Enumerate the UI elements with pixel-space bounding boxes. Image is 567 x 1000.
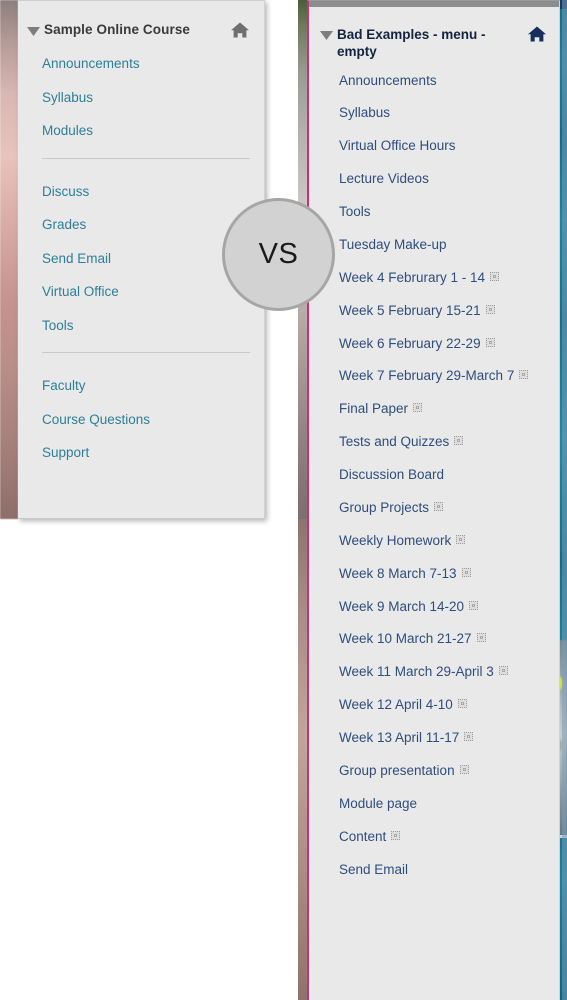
right-menu-item-label: Send Email <box>339 861 409 877</box>
broken-image-placeholder-icon <box>490 271 500 281</box>
right-menu-item-label: Content <box>339 828 387 844</box>
right-menu-item-label: Week 9 March 14-20 <box>339 598 465 614</box>
caret-down-icon[interactable] <box>26 21 44 37</box>
broken-image-placeholder-icon <box>476 633 486 643</box>
right-menu-item[interactable]: Tuesday Make-up <box>309 229 559 262</box>
bad-example-course-menu: Bad Examples - menu - empty Announcement… <box>307 0 560 1000</box>
vs-badge: VS <box>222 198 335 311</box>
right-menu-item-label: Virtual Office Hours <box>339 138 456 154</box>
right-menu-item-label: Group presentation <box>339 762 455 778</box>
left-menu-group-3: Faculty Course Questions Support <box>18 365 264 470</box>
right-menu-item[interactable]: Week 5 February 15-21 <box>309 295 559 328</box>
right-menu-item[interactable]: Announcements <box>309 65 559 98</box>
right-menu-item-label: Final Paper <box>339 401 409 417</box>
left-menu-divider-1 <box>42 157 250 159</box>
right-menu-item[interactable]: Final Paper <box>309 393 559 426</box>
left-menu-item[interactable]: Syllabus <box>18 81 264 115</box>
broken-image-placeholder-icon <box>454 436 464 446</box>
right-menu-item-label: Week 4 Februrary 1 - 14 <box>339 269 486 285</box>
right-menu-header: Bad Examples - menu - empty <box>309 1 559 65</box>
broken-image-placeholder-icon <box>498 666 508 676</box>
right-menu-top-bar <box>309 1 559 7</box>
right-menu-item-label: Week 10 March 21-27 <box>339 631 472 647</box>
right-menu-item[interactable]: Week 7 February 29-March 7 <box>309 360 559 393</box>
broken-image-placeholder-icon <box>485 304 495 314</box>
right-menu-item[interactable]: Week 8 March 7-13 <box>309 558 559 591</box>
background-right-edge <box>562 0 567 1000</box>
right-menu-item-label: Group Projects <box>339 499 430 515</box>
right-menu-item[interactable]: Group Projects <box>309 492 559 525</box>
left-menu-item[interactable]: Tools <box>18 309 264 343</box>
left-menu-item[interactable]: Faculty <box>18 369 264 403</box>
left-menu-item[interactable]: Course Questions <box>18 403 264 437</box>
home-icon[interactable] <box>230 21 250 39</box>
background-photo-left-strip <box>0 0 18 519</box>
right-menu-item-label: Lecture Videos <box>339 171 429 187</box>
right-menu-title: Bad Examples - menu - empty <box>337 27 486 60</box>
right-menu-item-label: Week 12 April 4-10 <box>339 697 453 713</box>
left-menu-item[interactable]: Support <box>18 436 264 470</box>
right-menu-item[interactable]: Week 12 April 4-10 <box>309 689 559 722</box>
right-menu-item-label: Week 8 March 7-13 <box>339 565 457 581</box>
right-menu-item-label: Week 11 March 29-April 3 <box>339 664 494 680</box>
right-menu-item-label: Module page <box>339 795 418 811</box>
right-menu-item-label: Tools <box>339 204 371 220</box>
left-menu-item[interactable]: Virtual Office <box>18 275 264 309</box>
right-menu-item-label: Week 7 February 29-March 7 <box>339 368 515 384</box>
caret-down-icon[interactable] <box>319 25 337 41</box>
right-menu-item-label: Announcements <box>339 72 437 88</box>
left-menu-group-1: Announcements Syllabus Modules <box>18 43 264 148</box>
right-menu-list: Announcements Syllabus Virtual Office Hour… <box>309 65 559 887</box>
right-menu-item[interactable]: Week 10 March 21-27 <box>309 623 559 656</box>
left-menu-item[interactable]: Modules <box>18 114 264 148</box>
broken-image-placeholder-icon <box>413 403 423 413</box>
right-menu-item[interactable]: Week 11 March 29-April 3 <box>309 656 559 689</box>
right-menu-item-label: Discussion Board <box>339 467 445 483</box>
right-menu-item[interactable]: Virtual Office Hours <box>309 130 559 163</box>
right-menu-item[interactable]: Week 4 Februrary 1 - 14 <box>309 262 559 295</box>
left-menu-item[interactable]: Announcements <box>18 47 264 81</box>
broken-image-placeholder-icon <box>464 732 474 742</box>
background-photo-middle-strip-lower <box>298 519 307 1000</box>
broken-image-placeholder-icon <box>459 764 469 774</box>
right-menu-item[interactable]: Week 6 February 22-29 <box>309 328 559 361</box>
right-menu-item[interactable]: Weekly Homework <box>309 525 559 558</box>
right-menu-item-label: Tuesday Make-up <box>339 236 447 252</box>
right-menu-item[interactable]: Module page <box>309 788 559 821</box>
right-menu-item[interactable]: Syllabus <box>309 97 559 130</box>
left-menu-title: Sample Online Course <box>44 22 191 37</box>
broken-image-placeholder-icon <box>519 370 529 380</box>
broken-image-placeholder-icon <box>434 501 444 511</box>
right-menu-item-label: Week 13 April 11-17 <box>339 730 460 746</box>
left-menu-item[interactable]: Discuss <box>18 175 264 209</box>
right-menu-item[interactable]: Week 9 March 14-20 <box>309 591 559 624</box>
broken-image-placeholder-icon <box>456 534 466 544</box>
right-menu-item-label: Week 5 February 15-21 <box>339 302 481 318</box>
right-menu-item[interactable]: Send Email <box>309 854 559 887</box>
broken-image-placeholder-icon <box>485 337 495 347</box>
broken-image-placeholder-icon <box>461 567 471 577</box>
left-menu-divider-2 <box>42 352 250 354</box>
right-menu-item-label: Week 6 February 22-29 <box>339 335 481 351</box>
left-menu-header: Sample Online Course <box>18 1 264 43</box>
right-menu-item[interactable]: Tools <box>309 196 559 229</box>
broken-image-placeholder-icon <box>391 830 401 840</box>
right-menu-item-label: Tests and Quizzes <box>339 434 450 450</box>
right-menu-item[interactable]: Discussion Board <box>309 459 559 492</box>
right-menu-item[interactable]: Content <box>309 821 559 854</box>
broken-image-placeholder-icon <box>457 699 467 709</box>
right-menu-item[interactable]: Group presentation <box>309 755 559 788</box>
right-menu-item-label: Syllabus <box>339 105 391 121</box>
broken-image-placeholder-icon <box>469 600 479 610</box>
right-menu-item-label: Weekly Homework <box>339 532 452 548</box>
home-icon[interactable] <box>527 25 547 43</box>
right-menu-item[interactable]: Lecture Videos <box>309 163 559 196</box>
right-menu-item[interactable]: Week 13 April 11-17 <box>309 722 559 755</box>
right-menu-item[interactable]: Tests and Quizzes <box>309 426 559 459</box>
